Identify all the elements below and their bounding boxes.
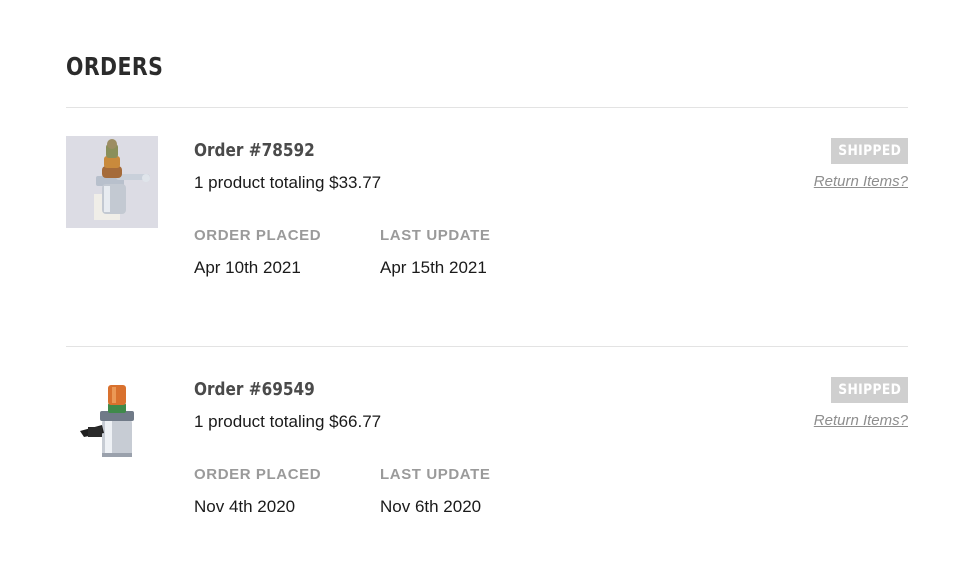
status-badge: SHIPPED xyxy=(831,138,908,164)
return-items-link[interactable]: Return Items? xyxy=(814,411,908,431)
status-badge: SHIPPED xyxy=(831,377,908,403)
divider xyxy=(66,346,908,347)
last-update-label: LAST UPDATE xyxy=(380,466,491,483)
order-card: Order #78592 1 product totaling $33.77 O… xyxy=(66,136,908,296)
status-badge-label: SHIPPED xyxy=(838,382,901,398)
last-update-label: LAST UPDATE xyxy=(380,227,491,244)
order-summary: 1 product totaling $33.77 xyxy=(194,173,382,192)
last-update-date: Nov 6th 2020 xyxy=(380,497,482,516)
solenoid-product-photo xyxy=(66,375,158,467)
order-placed-label: ORDER PLACED xyxy=(194,466,322,483)
order-number[interactable]: Order #69549 xyxy=(194,378,315,402)
last-update-date: Apr 15th 2021 xyxy=(380,258,487,277)
product-thumbnail[interactable] xyxy=(66,136,158,228)
order-summary: 1 product totaling $66.77 xyxy=(194,412,382,431)
divider xyxy=(66,107,908,108)
solenoid-product-photo xyxy=(66,136,158,228)
order-placed-date: Nov 4th 2020 xyxy=(194,497,296,516)
order-number[interactable]: Order #78592 xyxy=(194,139,315,163)
order-placed-date: Apr 10th 2021 xyxy=(194,258,301,277)
order-placed-label: ORDER PLACED xyxy=(194,227,322,244)
page-title: ORDERS xyxy=(66,52,164,81)
order-card: Order #69549 1 product totaling $66.77 O… xyxy=(66,375,908,535)
status-badge-label: SHIPPED xyxy=(838,143,901,159)
return-items-link[interactable]: Return Items? xyxy=(814,172,908,192)
product-thumbnail[interactable] xyxy=(66,375,158,467)
